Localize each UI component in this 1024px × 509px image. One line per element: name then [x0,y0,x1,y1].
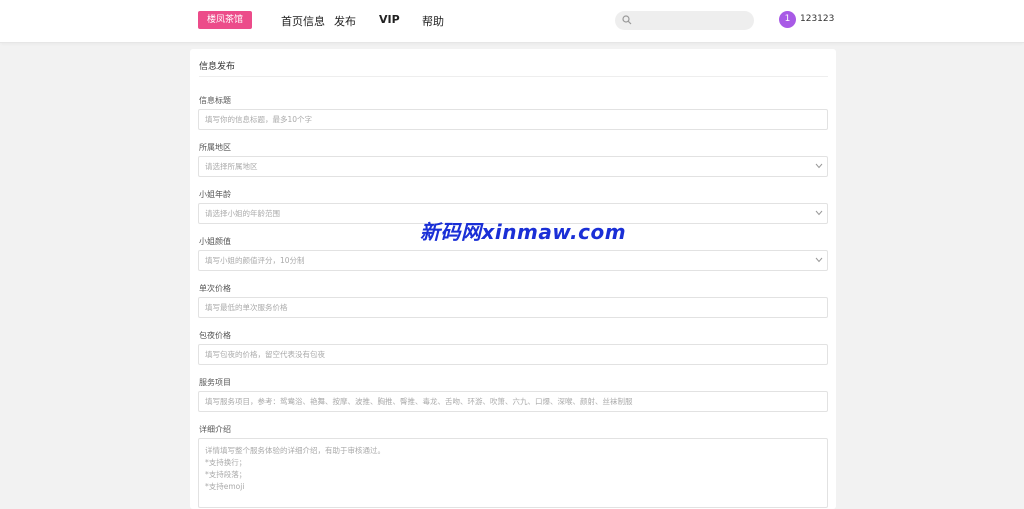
chevron-down-icon [815,257,823,263]
title-field[interactable] [198,109,828,130]
search-box[interactable] [615,11,754,30]
search-input[interactable] [637,11,747,30]
services-label: 服务项目 [199,378,231,387]
chevron-down-icon [815,163,823,169]
chevron-down-icon [815,210,823,216]
title-label: 信息标题 [199,96,231,105]
search-icon [622,15,632,25]
description-placeholder-line: *支持段落； [205,470,247,479]
publish-form-card: 信息发布 信息标题 所属地区 请选择所属地区 小姐年龄 请选择小姐的年龄范围 小… [190,49,836,509]
night-price-field[interactable] [198,344,828,365]
region-select[interactable]: 请选择所属地区 [198,156,828,177]
divider [199,76,828,77]
title-input[interactable] [205,110,805,129]
nav-item-help[interactable]: 帮助 [422,13,444,29]
looks-select[interactable]: 填写小姐的颜值评分，10分制 [198,250,828,271]
services-field[interactable] [198,391,828,412]
description-placeholder-line: *支持emoji [205,482,245,491]
night-price-input[interactable] [205,345,805,364]
top-navigation-bar: 楼凤茶馆 首页信息 发布 VIP 帮助 1 123123 [0,0,1024,43]
services-input[interactable] [205,392,805,411]
avatar[interactable]: 1 [779,11,796,28]
description-placeholder-line: 详情填写整个服务体验的详细介绍，有助于审核通过。 [205,446,385,455]
looks-label: 小姐颜值 [199,237,231,246]
region-label: 所属地区 [199,143,231,152]
looks-select-placeholder: 填写小姐的颜值评分，10分制 [205,256,305,265]
single-price-field[interactable] [198,297,828,318]
username[interactable]: 123123 [800,14,834,24]
single-price-input[interactable] [205,298,805,317]
site-logo[interactable]: 楼凤茶馆 [198,11,253,29]
age-label: 小姐年龄 [199,190,231,199]
region-select-placeholder: 请选择所属地区 [205,162,258,171]
description-label: 详细介绍 [199,425,231,434]
page-title: 信息发布 [199,62,236,72]
nav-item-publish[interactable]: 发布 [334,13,356,29]
nav-item-vip[interactable]: VIP [379,13,400,26]
nav-item-home[interactable]: 首页信息 [281,13,325,29]
description-textarea[interactable]: 详情填写整个服务体验的详细介绍，有助于审核通过。 *支持换行； *支持段落； *… [198,438,828,508]
watermark: 新码网xinmaw.com [420,220,627,244]
night-price-label: 包夜价格 [199,331,231,340]
description-placeholder-line: *支持换行； [205,458,247,467]
single-price-label: 单次价格 [199,284,231,293]
